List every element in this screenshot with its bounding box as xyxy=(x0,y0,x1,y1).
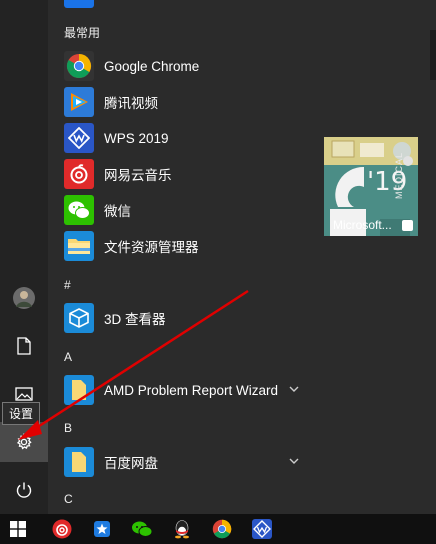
taskbar-netease-music[interactable] xyxy=(42,514,82,544)
qq-penguin-icon xyxy=(175,520,189,539)
annotation-arrow xyxy=(18,289,249,440)
taskbar-qq[interactable] xyxy=(162,514,202,544)
taskbar-chrome[interactable] xyxy=(202,514,242,544)
wps-icon xyxy=(252,519,272,539)
windows-logo-icon xyxy=(10,521,26,537)
chrome-icon xyxy=(212,519,232,539)
netease-music-icon xyxy=(52,519,72,539)
start-button[interactable] xyxy=(0,514,36,544)
taskbar-wps[interactable] xyxy=(242,514,282,544)
taskbar-pinned-app[interactable] xyxy=(82,514,122,544)
taskbar xyxy=(0,514,436,544)
wechat-icon xyxy=(132,521,153,537)
star-badge-icon xyxy=(94,521,110,537)
taskbar-wechat[interactable] xyxy=(122,514,162,544)
